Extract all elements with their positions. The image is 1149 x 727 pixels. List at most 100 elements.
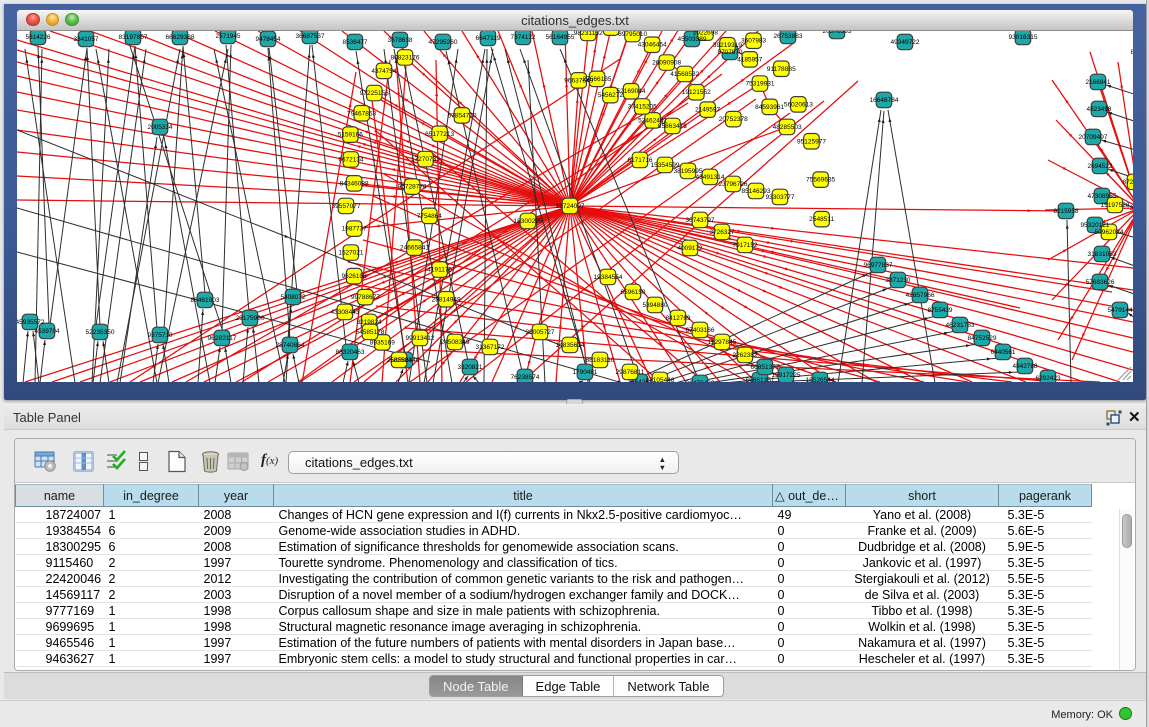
svg-text:47308985: 47308985 [1088, 193, 1117, 200]
svg-text:20752378: 20752378 [719, 116, 748, 123]
svg-text:30005727: 30005727 [526, 329, 555, 336]
svg-text:9375710: 9375710 [148, 332, 174, 339]
svg-text:9626108: 9626108 [342, 273, 368, 280]
svg-text:6596150: 6596150 [621, 289, 647, 296]
svg-text:6171716: 6171716 [628, 157, 654, 164]
svg-text:2149597: 2149597 [695, 107, 721, 114]
svg-text:6440561: 6440561 [991, 349, 1017, 356]
svg-text:56020613: 56020613 [784, 101, 813, 108]
svg-text:30743797: 30743797 [686, 217, 715, 224]
svg-text:37415205: 37415205 [628, 104, 657, 111]
svg-text:7754864: 7754864 [417, 213, 443, 220]
svg-text:89795010: 89795010 [618, 31, 647, 38]
svg-text:31831063: 31831063 [1088, 251, 1117, 258]
svg-text:52235350: 52235350 [86, 329, 115, 336]
svg-text:8722606: 8722606 [1123, 179, 1134, 186]
svg-text:84346088: 84346088 [340, 180, 369, 187]
svg-text:8412769: 8412769 [666, 315, 692, 322]
svg-text:43491314: 43491314 [696, 174, 725, 181]
svg-text:39854548: 39854548 [1130, 205, 1134, 212]
svg-text:18526544: 18526544 [806, 377, 835, 382]
svg-text:4823498: 4823498 [1087, 106, 1113, 113]
svg-text:7917152: 7917152 [733, 242, 759, 249]
svg-text:83197857: 83197857 [119, 34, 148, 41]
svg-text:4842788: 4842788 [1013, 363, 1039, 370]
svg-text:4191175: 4191175 [427, 267, 453, 274]
svg-text:5394880: 5394880 [643, 302, 669, 309]
svg-text:2005334: 2005334 [148, 124, 174, 131]
svg-text:39219319: 39219319 [713, 42, 742, 49]
svg-text:16648784: 16648784 [870, 97, 899, 104]
svg-text:28740864: 28740864 [276, 342, 305, 349]
svg-text:8755439: 8755439 [928, 307, 954, 314]
svg-text:2262382: 2262382 [733, 352, 759, 359]
svg-text:67854710: 67854710 [448, 112, 477, 119]
svg-text:4009172: 4009172 [678, 245, 704, 252]
svg-text:5479144: 5479144 [1108, 307, 1134, 314]
svg-text:66629388: 66629388 [166, 34, 195, 41]
svg-text:18724007: 18724007 [556, 203, 585, 210]
svg-text:87490893: 87490893 [1131, 49, 1134, 56]
svg-text:45935572: 45935572 [17, 319, 45, 326]
svg-text:19121552: 19121552 [682, 89, 711, 96]
svg-text:39557077: 39557077 [332, 203, 361, 210]
svg-text:96282117: 96282117 [208, 335, 238, 342]
svg-text:29876811: 29876811 [616, 369, 646, 376]
svg-text:5614226: 5614226 [26, 34, 52, 41]
svg-text:47295260: 47295260 [429, 39, 458, 46]
svg-text:99913412: 99913412 [406, 335, 435, 342]
svg-text:67403166: 67403166 [686, 327, 715, 334]
svg-text:3219824: 3219824 [357, 319, 383, 326]
svg-text:31472420: 31472420 [686, 380, 715, 382]
svg-text:95320121: 95320121 [1081, 222, 1110, 229]
svg-text:76238574: 76238574 [511, 374, 540, 381]
svg-text:88461803: 88461803 [191, 297, 220, 304]
svg-text:54585178: 54585178 [356, 329, 385, 336]
svg-text:91178885: 91178885 [767, 66, 797, 73]
svg-text:20576383: 20576383 [823, 31, 852, 35]
svg-text:3320821: 3320821 [458, 364, 484, 371]
svg-text:8935169: 8935169 [370, 339, 396, 346]
svg-text:84752529: 84752529 [968, 335, 997, 342]
svg-text:9478454: 9478454 [256, 36, 282, 43]
svg-text:50962024: 50962024 [1095, 229, 1124, 236]
svg-text:49349722: 49349722 [891, 39, 920, 46]
svg-text:24508349: 24508349 [441, 339, 470, 346]
svg-text:41568532: 41568532 [670, 71, 699, 78]
svg-text:7374122: 7374122 [511, 34, 537, 41]
svg-text:31367172: 31367172 [476, 344, 505, 351]
svg-text:98231132: 98231132 [574, 31, 604, 37]
svg-text:2166941: 2166941 [1086, 79, 1112, 86]
svg-text:42857966: 42857966 [906, 292, 935, 299]
svg-text:46231783: 46231783 [946, 322, 975, 329]
svg-text:2582524: 2582524 [387, 357, 413, 364]
svg-text:17270733: 17270733 [411, 156, 440, 163]
svg-text:5456272: 5456272 [598, 92, 624, 99]
svg-text:36687537: 36687537 [296, 33, 325, 40]
svg-text:96977837: 96977837 [864, 262, 893, 269]
svg-text:4539704: 4539704 [35, 328, 61, 335]
svg-text:96728778: 96728778 [398, 184, 427, 191]
svg-text:14835614: 14835614 [556, 342, 585, 349]
svg-text:97225156: 97225156 [360, 90, 389, 97]
svg-text:8215958: 8215958 [1054, 208, 1080, 215]
svg-text:3607983: 3607983 [741, 38, 767, 45]
svg-text:1527021: 1527021 [338, 250, 364, 257]
svg-text:93016315: 93016315 [1009, 34, 1038, 41]
svg-text:93303777: 93303777 [766, 194, 795, 201]
svg-text:6672134: 6672134 [338, 156, 364, 163]
svg-text:26090908: 26090908 [652, 60, 681, 67]
svg-text:4374754: 4374754 [371, 68, 397, 75]
svg-text:75569635: 75569635 [806, 177, 835, 184]
svg-text:29175900: 29175900 [236, 315, 265, 322]
svg-text:27105448: 27105448 [646, 377, 675, 382]
svg-text:24665841: 24665841 [400, 245, 429, 252]
svg-text:99788677: 99788677 [351, 294, 380, 301]
svg-text:3678638: 3678638 [388, 37, 414, 44]
svg-text:8536477: 8536477 [343, 39, 369, 46]
svg-text:80823176: 80823176 [391, 55, 420, 62]
svg-text:2548511: 2548511 [809, 216, 835, 223]
svg-text:19384554: 19384554 [594, 274, 623, 281]
svg-text:56164955: 56164955 [546, 34, 575, 41]
svg-text:2571945: 2571945 [216, 33, 242, 40]
